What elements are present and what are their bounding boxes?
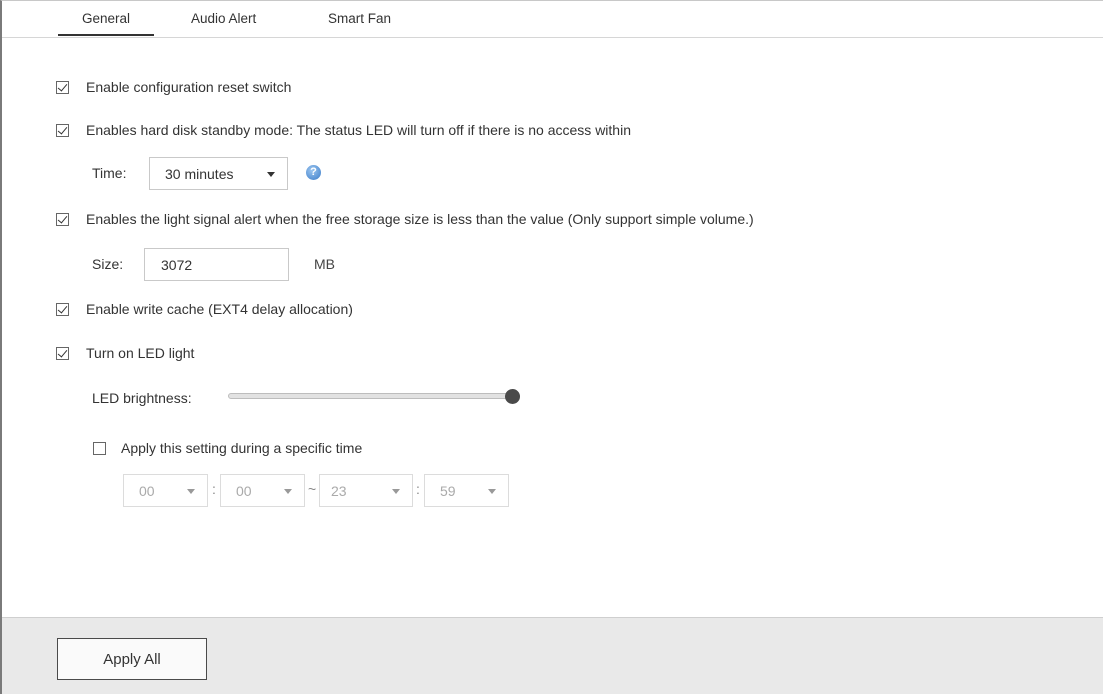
- tab-smart-fan[interactable]: Smart Fan: [328, 11, 391, 26]
- start-hour-select[interactable]: 00: [123, 474, 208, 507]
- time-select-value: 30 minutes: [165, 165, 234, 182]
- write-cache-checkbox[interactable]: [56, 302, 69, 316]
- light-alert-label: Enables the light signal alert when the …: [86, 211, 754, 227]
- apply-all-button[interactable]: Apply All: [57, 638, 207, 680]
- config-reset-row: Enable configuration reset switch: [56, 79, 291, 95]
- led-brightness-slider[interactable]: [228, 393, 520, 399]
- hdd-standby-checkbox[interactable]: [56, 123, 69, 137]
- size-input-value: 3072: [161, 256, 193, 273]
- led-light-checkbox[interactable]: [56, 346, 69, 360]
- help-icon[interactable]: ?: [306, 165, 321, 180]
- chevron-down-icon: [187, 488, 195, 494]
- chevron-down-icon: [284, 488, 292, 494]
- config-reset-label: Enable configuration reset switch: [86, 79, 292, 95]
- size-unit: MB: [314, 256, 335, 272]
- chevron-down-icon: [267, 171, 275, 177]
- schedule-checkbox[interactable]: [93, 441, 106, 455]
- end-minute-select[interactable]: 59: [424, 474, 509, 507]
- light-alert-checkbox[interactable]: [56, 212, 69, 226]
- start-hour-value: 00: [139, 482, 155, 499]
- light-alert-row: Enables the light signal alert when the …: [56, 211, 754, 227]
- end-hour-select[interactable]: 23: [319, 474, 413, 507]
- write-cache-label: Enable write cache (EXT4 delay allocatio…: [86, 301, 353, 317]
- config-reset-checkbox[interactable]: [56, 80, 69, 94]
- led-light-row: Turn on LED light: [56, 345, 194, 361]
- tab-general[interactable]: General: [57, 11, 155, 36]
- slider-thumb[interactable]: [505, 389, 520, 404]
- tab-bar: General Audio Alert Smart Fan: [2, 0, 1103, 38]
- size-label: Size:: [92, 256, 124, 272]
- end-hour-value: 23: [331, 482, 347, 499]
- tab-audio-alert[interactable]: Audio Alert: [191, 11, 256, 26]
- end-minute-value: 59: [440, 482, 456, 499]
- schedule-label: Apply this setting during a specific tim…: [121, 440, 363, 456]
- time-colon-1: :: [212, 481, 216, 497]
- chevron-down-icon: [392, 488, 400, 494]
- hdd-standby-row: Enables hard disk standby mode: The stat…: [56, 122, 631, 138]
- time-label: Time:: [92, 165, 127, 181]
- schedule-row: Apply this setting during a specific tim…: [93, 440, 362, 456]
- led-light-label: Turn on LED light: [86, 345, 195, 361]
- start-minute-select[interactable]: 00: [220, 474, 305, 507]
- led-brightness-label: LED brightness:: [92, 390, 192, 406]
- time-select[interactable]: 30 minutes: [149, 157, 288, 190]
- size-input[interactable]: 3072: [144, 248, 289, 281]
- chevron-down-icon: [488, 488, 496, 494]
- write-cache-row: Enable write cache (EXT4 delay allocatio…: [56, 301, 353, 317]
- time-colon-2: :: [416, 481, 420, 497]
- start-minute-value: 00: [236, 482, 252, 499]
- hdd-standby-label: Enables hard disk standby mode: The stat…: [86, 122, 631, 138]
- time-tilde: ~: [308, 481, 317, 497]
